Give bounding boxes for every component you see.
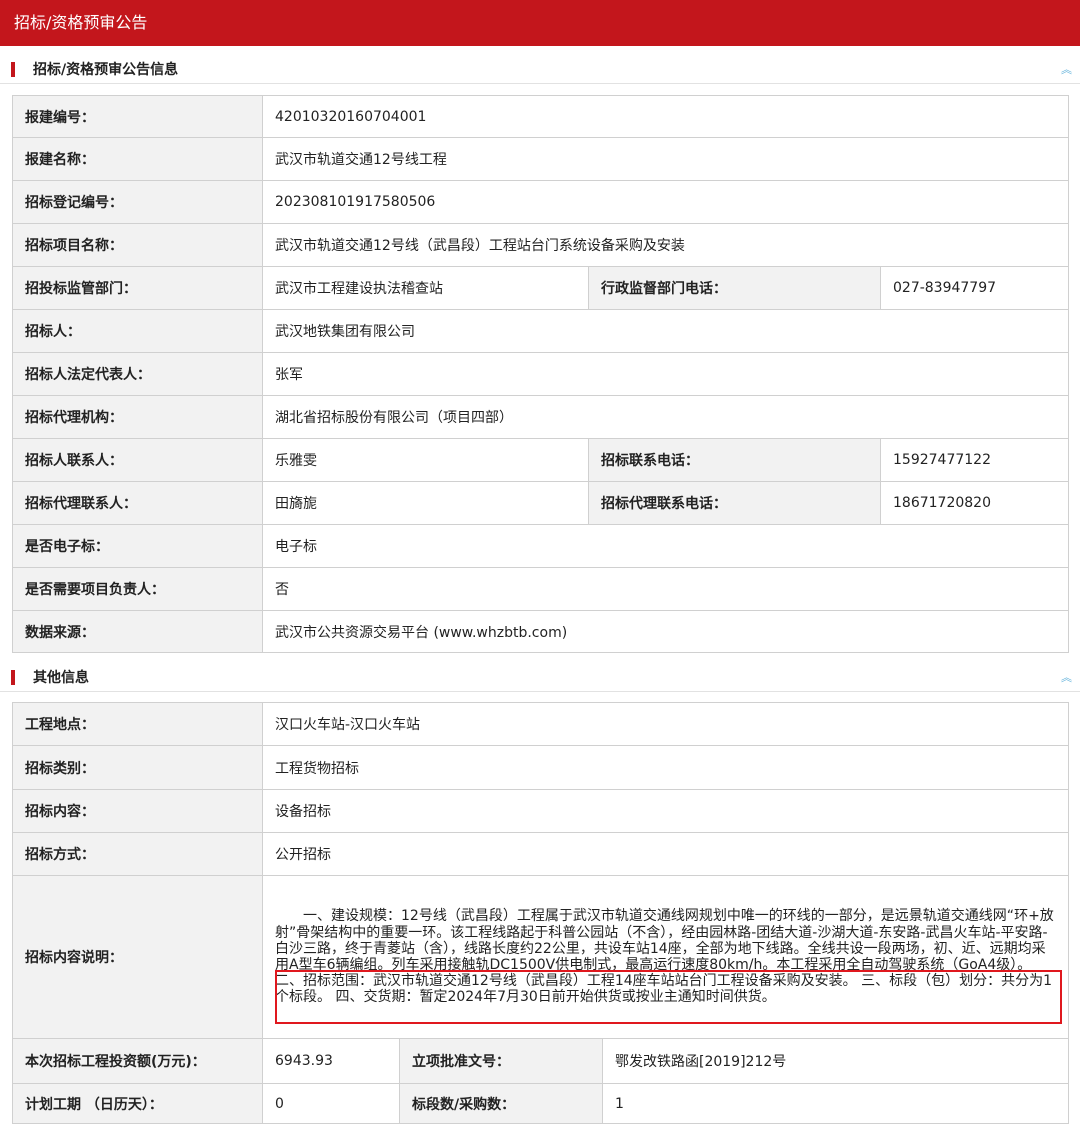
field-value: 乐雅雯 — [262, 438, 589, 482]
field-label: 招标方式： — [12, 832, 263, 876]
table-row: 招标方式： 公开招标 — [12, 832, 1069, 876]
table-row: 招标人法定代表人： 张军 — [12, 352, 1069, 396]
field-value: 张军 — [262, 352, 1069, 396]
field-label: 数据来源： — [12, 610, 263, 653]
table-row: 招标内容说明： 一、建设规模：12号线（武昌段）工程属于武汉市轨道交通线网规划中… — [12, 875, 1069, 1039]
field-label: 招标人： — [12, 309, 263, 353]
section-marker — [11, 62, 15, 77]
field-label: 报建名称： — [12, 137, 263, 181]
section-marker — [11, 670, 15, 685]
field-value: 0 — [262, 1083, 400, 1124]
field-label: 工程地点： — [12, 702, 263, 746]
field-value: 027-83947797 — [880, 266, 1069, 310]
field-label: 立项批准文号： — [399, 1038, 603, 1084]
field-label: 本次招标工程投资额(万元)： — [12, 1038, 263, 1084]
table-row: 报建名称： 武汉市轨道交通12号线工程 — [12, 137, 1069, 181]
data-source-link[interactable]: 武汉市公共资源交易平台 (www.whzbtb.com) — [262, 610, 1069, 653]
field-value: 42010320160704001 — [262, 95, 1069, 138]
tender-description-wrap: 一、建设规模：12号线（武昌段）工程属于武汉市轨道交通线网规划中唯一的环线的一部… — [275, 908, 1062, 1025]
field-label: 是否需要项目负责人： — [12, 567, 263, 611]
field-value: 武汉市轨道交通12号线（武昌段）工程站台门系统设备采购及安装 — [262, 223, 1069, 267]
table-row: 招标登记编号： 202308101917580506 — [12, 180, 1069, 224]
field-label: 报建编号： — [12, 95, 263, 138]
table-row: 招标代理机构： 湖北省招标股份有限公司（项目四部） — [12, 395, 1069, 439]
field-value: 汉口火车站-汉口火车站 — [262, 702, 1069, 746]
field-label: 招标联系电话： — [588, 438, 881, 482]
field-label: 招标代理联系电话： — [588, 481, 881, 525]
project-leader-required-value: 否 — [262, 567, 1069, 611]
table-row: 招标人联系人： 乐雅雯 招标联系电话： 15927477122 — [12, 438, 1069, 482]
collapse-up-icon[interactable]: ︽ — [1061, 664, 1072, 692]
section-header-other-info: 其他信息 ︽ — [0, 664, 1080, 692]
field-label: 招标代理联系人： — [12, 481, 263, 525]
table-row: 招标项目名称： 武汉市轨道交通12号线（武昌段）工程站台门系统设备采购及安装 — [12, 223, 1069, 267]
section-title: 招标/资格预审公告信息 — [33, 62, 179, 78]
table-row: 计划工期 （日历天）： 0 标段数/采购数： 1 — [12, 1083, 1069, 1124]
field-value: 武汉地铁集团有限公司 — [262, 309, 1069, 353]
electronic-bid-value: 电子标 — [262, 524, 1069, 568]
field-value: 湖北省招标股份有限公司（项目四部） — [262, 395, 1069, 439]
table-row: 招投标监管部门： 武汉市工程建设执法稽查站 行政监督部门电话： 027-8394… — [12, 266, 1069, 310]
tender-description-cell: 一、建设规模：12号线（武昌段）工程属于武汉市轨道交通线网规划中唯一的环线的一部… — [262, 875, 1069, 1039]
field-value: 公开招标 — [262, 832, 1069, 876]
field-value: 15927477122 — [880, 438, 1069, 482]
table-row: 是否需要项目负责人： 否 — [12, 567, 1069, 611]
field-label: 招标代理机构： — [12, 395, 263, 439]
other-info-table: 工程地点： 汉口火车站-汉口火车站 招标类别： 工程货物招标 招标内容： 设备招… — [12, 702, 1069, 1124]
table-row: 招标人： 武汉地铁集团有限公司 — [12, 309, 1069, 353]
field-value: 田旖旎 — [262, 481, 589, 525]
field-label: 招标人联系人： — [12, 438, 263, 482]
collapse-up-icon[interactable]: ︽ — [1061, 56, 1072, 84]
field-label: 招标人法定代表人： — [12, 352, 263, 396]
field-label: 招标登记编号： — [12, 180, 263, 224]
field-label: 招标内容说明： — [12, 875, 263, 1039]
field-value: 202308101917580506 — [262, 180, 1069, 224]
table-row: 数据来源： 武汉市公共资源交易平台 (www.whzbtb.com) — [12, 610, 1069, 653]
field-value: 工程货物招标 — [262, 745, 1069, 790]
field-value: 武汉市工程建设执法稽查站 — [262, 266, 589, 310]
table-row: 招标内容： 设备招标 — [12, 789, 1069, 833]
field-label: 是否电子标： — [12, 524, 263, 568]
field-label: 行政监督部门电话： — [588, 266, 881, 310]
table-row: 招标代理联系人： 田旖旎 招标代理联系电话： 18671720820 — [12, 481, 1069, 525]
section-header-notice-info: 招标/资格预审公告信息 ︽ — [0, 56, 1080, 84]
table-row: 本次招标工程投资额(万元)： 6943.93 立项批准文号： 鄂发改铁路函[20… — [12, 1038, 1069, 1084]
field-label: 计划工期 （日历天）： — [12, 1083, 263, 1124]
table-row: 报建编号： 42010320160704001 — [12, 95, 1069, 138]
field-value: 18671720820 — [880, 481, 1069, 525]
table-row: 工程地点： 汉口火车站-汉口火车站 — [12, 702, 1069, 746]
field-value: 6943.93 — [262, 1038, 400, 1084]
table-row: 招标类别： 工程货物招标 — [12, 745, 1069, 790]
field-label: 招标项目名称： — [12, 223, 263, 267]
field-value: 设备招标 — [262, 789, 1069, 833]
section-title: 其他信息 — [33, 670, 89, 686]
field-label: 招投标监管部门： — [12, 266, 263, 310]
field-value: 武汉市轨道交通12号线工程 — [262, 137, 1069, 181]
field-label: 招标类别： — [12, 745, 263, 790]
field-label: 招标内容： — [12, 789, 263, 833]
field-value: 1 — [602, 1083, 1069, 1124]
tender-description-text: 一、建设规模：12号线（武昌段）工程属于武汉市轨道交通线网规划中唯一的环线的一部… — [275, 908, 1054, 1006]
field-label: 标段数/采购数： — [399, 1083, 603, 1124]
notice-info-table: 报建编号： 42010320160704001 报建名称： 武汉市轨道交通12号… — [12, 95, 1069, 653]
table-row: 是否电子标： 电子标 — [12, 524, 1069, 568]
field-value: 鄂发改铁路函[2019]212号 — [602, 1038, 1069, 1084]
page-title: 招标/资格预审公告 — [0, 0, 1080, 46]
